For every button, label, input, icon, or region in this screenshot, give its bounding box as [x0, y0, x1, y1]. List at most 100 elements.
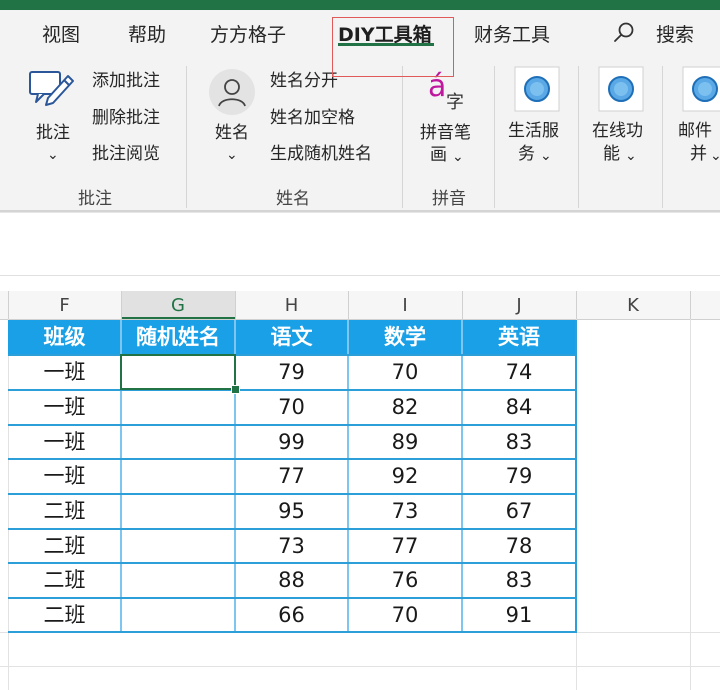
- mail-merge-button-line2[interactable]: 并: [690, 143, 707, 165]
- table-cell[interactable]: 82: [348, 390, 462, 424]
- grid-line: [690, 319, 691, 690]
- table-cell[interactable]: 一班: [8, 355, 121, 389]
- random-name-button[interactable]: 生成随机姓名: [270, 143, 372, 165]
- table-cell[interactable]: [121, 563, 235, 597]
- chevron-down-icon[interactable]: ⌄: [452, 146, 464, 168]
- online-features-button-line2[interactable]: 能: [603, 143, 620, 165]
- table-cell[interactable]: [121, 529, 235, 563]
- table-cell[interactable]: 二班: [8, 529, 121, 563]
- table-cell[interactable]: 二班: [8, 563, 121, 597]
- table-cell[interactable]: 67: [462, 494, 576, 528]
- table-border: [8, 354, 577, 356]
- column-header-g[interactable]: G: [121, 291, 235, 319]
- column-divider: [690, 291, 691, 319]
- table-cell[interactable]: 一班: [8, 459, 121, 493]
- column-divider: [462, 291, 463, 319]
- table-cell[interactable]: 76: [348, 563, 462, 597]
- mail-merge-icon: [682, 66, 720, 112]
- chevron-down-icon[interactable]: ⌄: [710, 145, 720, 167]
- online-features-button[interactable]: 在线功: [592, 120, 643, 142]
- mail-merge-button[interactable]: 邮件: [678, 120, 712, 142]
- formula-bar-area[interactable]: [0, 212, 720, 276]
- table-cell[interactable]: 79: [462, 459, 576, 493]
- table-cell[interactable]: 92: [348, 459, 462, 493]
- table-cell[interactable]: [121, 390, 235, 424]
- table-cell[interactable]: 88: [235, 563, 348, 597]
- table-cell[interactable]: 70: [348, 598, 462, 632]
- table-border: [8, 389, 577, 391]
- life-services-button[interactable]: 生活服: [508, 120, 559, 142]
- column-header-i[interactable]: I: [348, 291, 462, 319]
- split-name-button[interactable]: 姓名分开: [270, 70, 338, 92]
- tab-highlight-box: [332, 17, 454, 77]
- tab-fangfang[interactable]: 方方格子: [210, 20, 286, 50]
- tab-finance-tools[interactable]: 财务工具: [474, 20, 550, 50]
- add-annotation-button[interactable]: 添加批注: [92, 70, 160, 92]
- chevron-down-icon[interactable]: ⌄: [47, 144, 59, 166]
- name-add-space-button[interactable]: 姓名加空格: [270, 107, 355, 129]
- chevron-down-icon[interactable]: ⌄: [540, 145, 552, 167]
- table-cell[interactable]: 84: [462, 390, 576, 424]
- tab-help[interactable]: 帮助: [128, 20, 166, 50]
- tab-search[interactable]: 搜索: [656, 20, 694, 50]
- table-border: [461, 320, 463, 633]
- column-header-j[interactable]: J: [462, 291, 576, 319]
- group-divider: [186, 66, 187, 208]
- table-cell[interactable]: 83: [462, 563, 576, 597]
- table-cell[interactable]: 89: [348, 425, 462, 459]
- table-cell[interactable]: 73: [235, 529, 348, 563]
- table-cell[interactable]: 二班: [8, 494, 121, 528]
- table-header-random-name[interactable]: 随机姓名: [121, 320, 235, 354]
- table-cell[interactable]: [121, 425, 235, 459]
- table-cell[interactable]: 83: [462, 425, 576, 459]
- table-cell[interactable]: 77: [235, 459, 348, 493]
- table-cell[interactable]: [121, 459, 235, 493]
- table-border: [8, 631, 577, 633]
- table-cell[interactable]: 70: [235, 390, 348, 424]
- table-cell[interactable]: 79: [235, 355, 348, 389]
- group-divider: [662, 66, 663, 208]
- fill-handle[interactable]: [231, 385, 240, 394]
- table-border: [8, 424, 577, 426]
- active-cell-selection[interactable]: [120, 354, 236, 390]
- table-cell[interactable]: 一班: [8, 390, 121, 424]
- column-divider: [121, 291, 122, 319]
- title-bar-strip: [0, 0, 720, 10]
- table-cell[interactable]: 77: [348, 529, 462, 563]
- table-header-class[interactable]: 班级: [8, 320, 121, 354]
- table-header-english[interactable]: 英语: [462, 320, 576, 354]
- annotation-button[interactable]: 批注: [36, 122, 70, 144]
- table-cell[interactable]: 74: [462, 355, 576, 389]
- chevron-down-icon[interactable]: ⌄: [226, 144, 238, 166]
- table-cell[interactable]: 70: [348, 355, 462, 389]
- column-header-k[interactable]: K: [576, 291, 690, 319]
- table-cell[interactable]: 一班: [8, 425, 121, 459]
- table-header-math[interactable]: 数学: [348, 320, 462, 354]
- pinyin-stroke-button-line2[interactable]: 画: [430, 144, 447, 166]
- table-cell[interactable]: [121, 598, 235, 632]
- tab-view[interactable]: 视图: [42, 20, 80, 50]
- table-cell[interactable]: 二班: [8, 598, 121, 632]
- group-label-name: 姓名: [276, 189, 310, 209]
- life-services-button-line2[interactable]: 务: [518, 143, 535, 165]
- table-cell[interactable]: 66: [235, 598, 348, 632]
- annotation-icon: [29, 71, 74, 106]
- table-cell[interactable]: 99: [235, 425, 348, 459]
- person-icon: [209, 69, 255, 115]
- pinyin-stroke-button[interactable]: 拼音笔: [420, 122, 471, 144]
- column-header-h[interactable]: H: [235, 291, 348, 319]
- table-cell[interactable]: 95: [235, 494, 348, 528]
- table-cell[interactable]: 78: [462, 529, 576, 563]
- chevron-down-icon[interactable]: ⌄: [625, 145, 637, 167]
- table-cell[interactable]: [121, 494, 235, 528]
- table-header-chinese[interactable]: 语文: [235, 320, 348, 354]
- view-annotation-button[interactable]: 批注阅览: [92, 143, 160, 165]
- column-header-f[interactable]: F: [8, 291, 121, 319]
- name-button[interactable]: 姓名: [215, 122, 249, 144]
- delete-annotation-button[interactable]: 删除批注: [92, 107, 160, 129]
- search-icon[interactable]: [612, 20, 636, 44]
- table-cell[interactable]: 91: [462, 598, 576, 632]
- online-features-icon: [598, 66, 644, 112]
- table-cell[interactable]: 73: [348, 494, 462, 528]
- table-border: [8, 493, 577, 495]
